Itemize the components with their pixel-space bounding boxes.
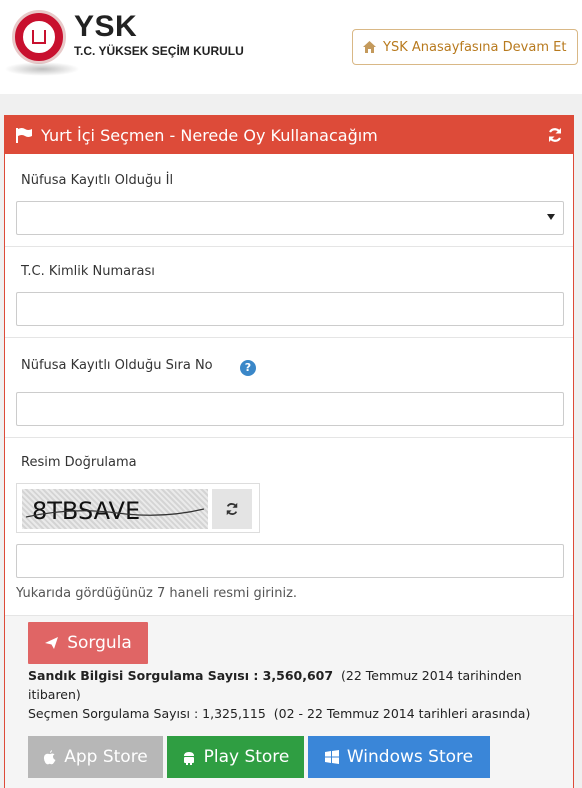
sira-label: Nüfusa Kayıtlı Olduğu Sıra No [21,358,213,373]
logo-shadow [4,62,80,76]
logo-full-text: T.C. YÜKSEK SEÇİM KURULU [74,44,244,58]
windows-store-button[interactable]: Windows Store [308,736,490,778]
play-store-label: Play Store [203,747,290,767]
query-stats: Sandık Bilgisi Sorgulama Sayısı : 3,560,… [28,666,563,723]
panel-title: Yurt İçi Seçmen - Nerede Oy Kullanacağım [41,125,378,145]
query-button[interactable]: Sorgula [28,622,148,664]
apple-icon [44,749,56,764]
action-area: Sorgula Sandık Bilgisi Sorgulama Sayısı … [5,615,573,788]
app-store-label: App Store [64,747,148,767]
divider [5,246,573,247]
voter-note: (02 - 22 Temmuz 2014 tarihleri arasında) [273,706,531,721]
ysk-seal-icon [12,10,66,64]
refresh-icon [226,502,238,516]
windows-icon [324,750,339,764]
android-icon [183,751,194,765]
captcha-box: 8TBSAVE [16,483,260,533]
site-header: YSK T.C. YÜKSEK SEÇİM KURULU YSK Anasayf… [0,0,582,94]
province-select[interactable] [16,201,564,235]
play-store-button[interactable]: Play Store [167,736,304,778]
captcha-input[interactable] [16,544,564,578]
sira-input[interactable] [16,392,564,426]
dropdown-arrow-icon [547,214,555,220]
app-store-button[interactable]: App Store [28,736,163,778]
store-buttons: App Store Play Store Windows Store [28,736,494,778]
logo-short-text: YSK [74,10,138,43]
query-button-label: Sorgula [67,633,132,653]
captcha-refresh-button[interactable] [212,489,252,529]
divider [5,437,573,438]
voter-query-panel: Yurt İçi Seçmen - Nerede Oy Kullanacağım… [4,115,574,788]
home-icon [363,41,376,53]
captcha-hint: Yukarıda gördüğünüz 7 haneli resmi girin… [16,586,298,601]
home-button-label: YSK Anasayfasına Devam Et [383,39,567,55]
tc-input[interactable] [16,292,564,326]
captcha-label: Resim Doğrulama [21,455,137,470]
divider [5,337,573,338]
province-label: Nüfusa Kayıtlı Olduğu İl [21,173,174,188]
send-icon [45,637,59,649]
windows-store-label: Windows Store [346,747,474,767]
flag-icon [16,128,32,143]
ysk-logo[interactable]: YSK T.C. YÜKSEK SEÇİM KURULU [12,10,244,64]
ballot-stat: Sandık Bilgisi Sorgulama Sayısı : 3,560,… [28,668,334,683]
panel-header: Yurt İçi Seçmen - Nerede Oy Kullanacağım [5,116,573,154]
refresh-icon[interactable] [547,127,563,143]
help-icon[interactable]: ? [240,360,256,376]
captcha-image: 8TBSAVE [22,489,208,529]
home-button[interactable]: YSK Anasayfasına Devam Et [352,29,578,65]
voter-stat: Seçmen Sorgulama Sayısı : 1,325,115 [28,706,266,721]
tc-label: T.C. Kimlik Numarası [21,264,155,279]
